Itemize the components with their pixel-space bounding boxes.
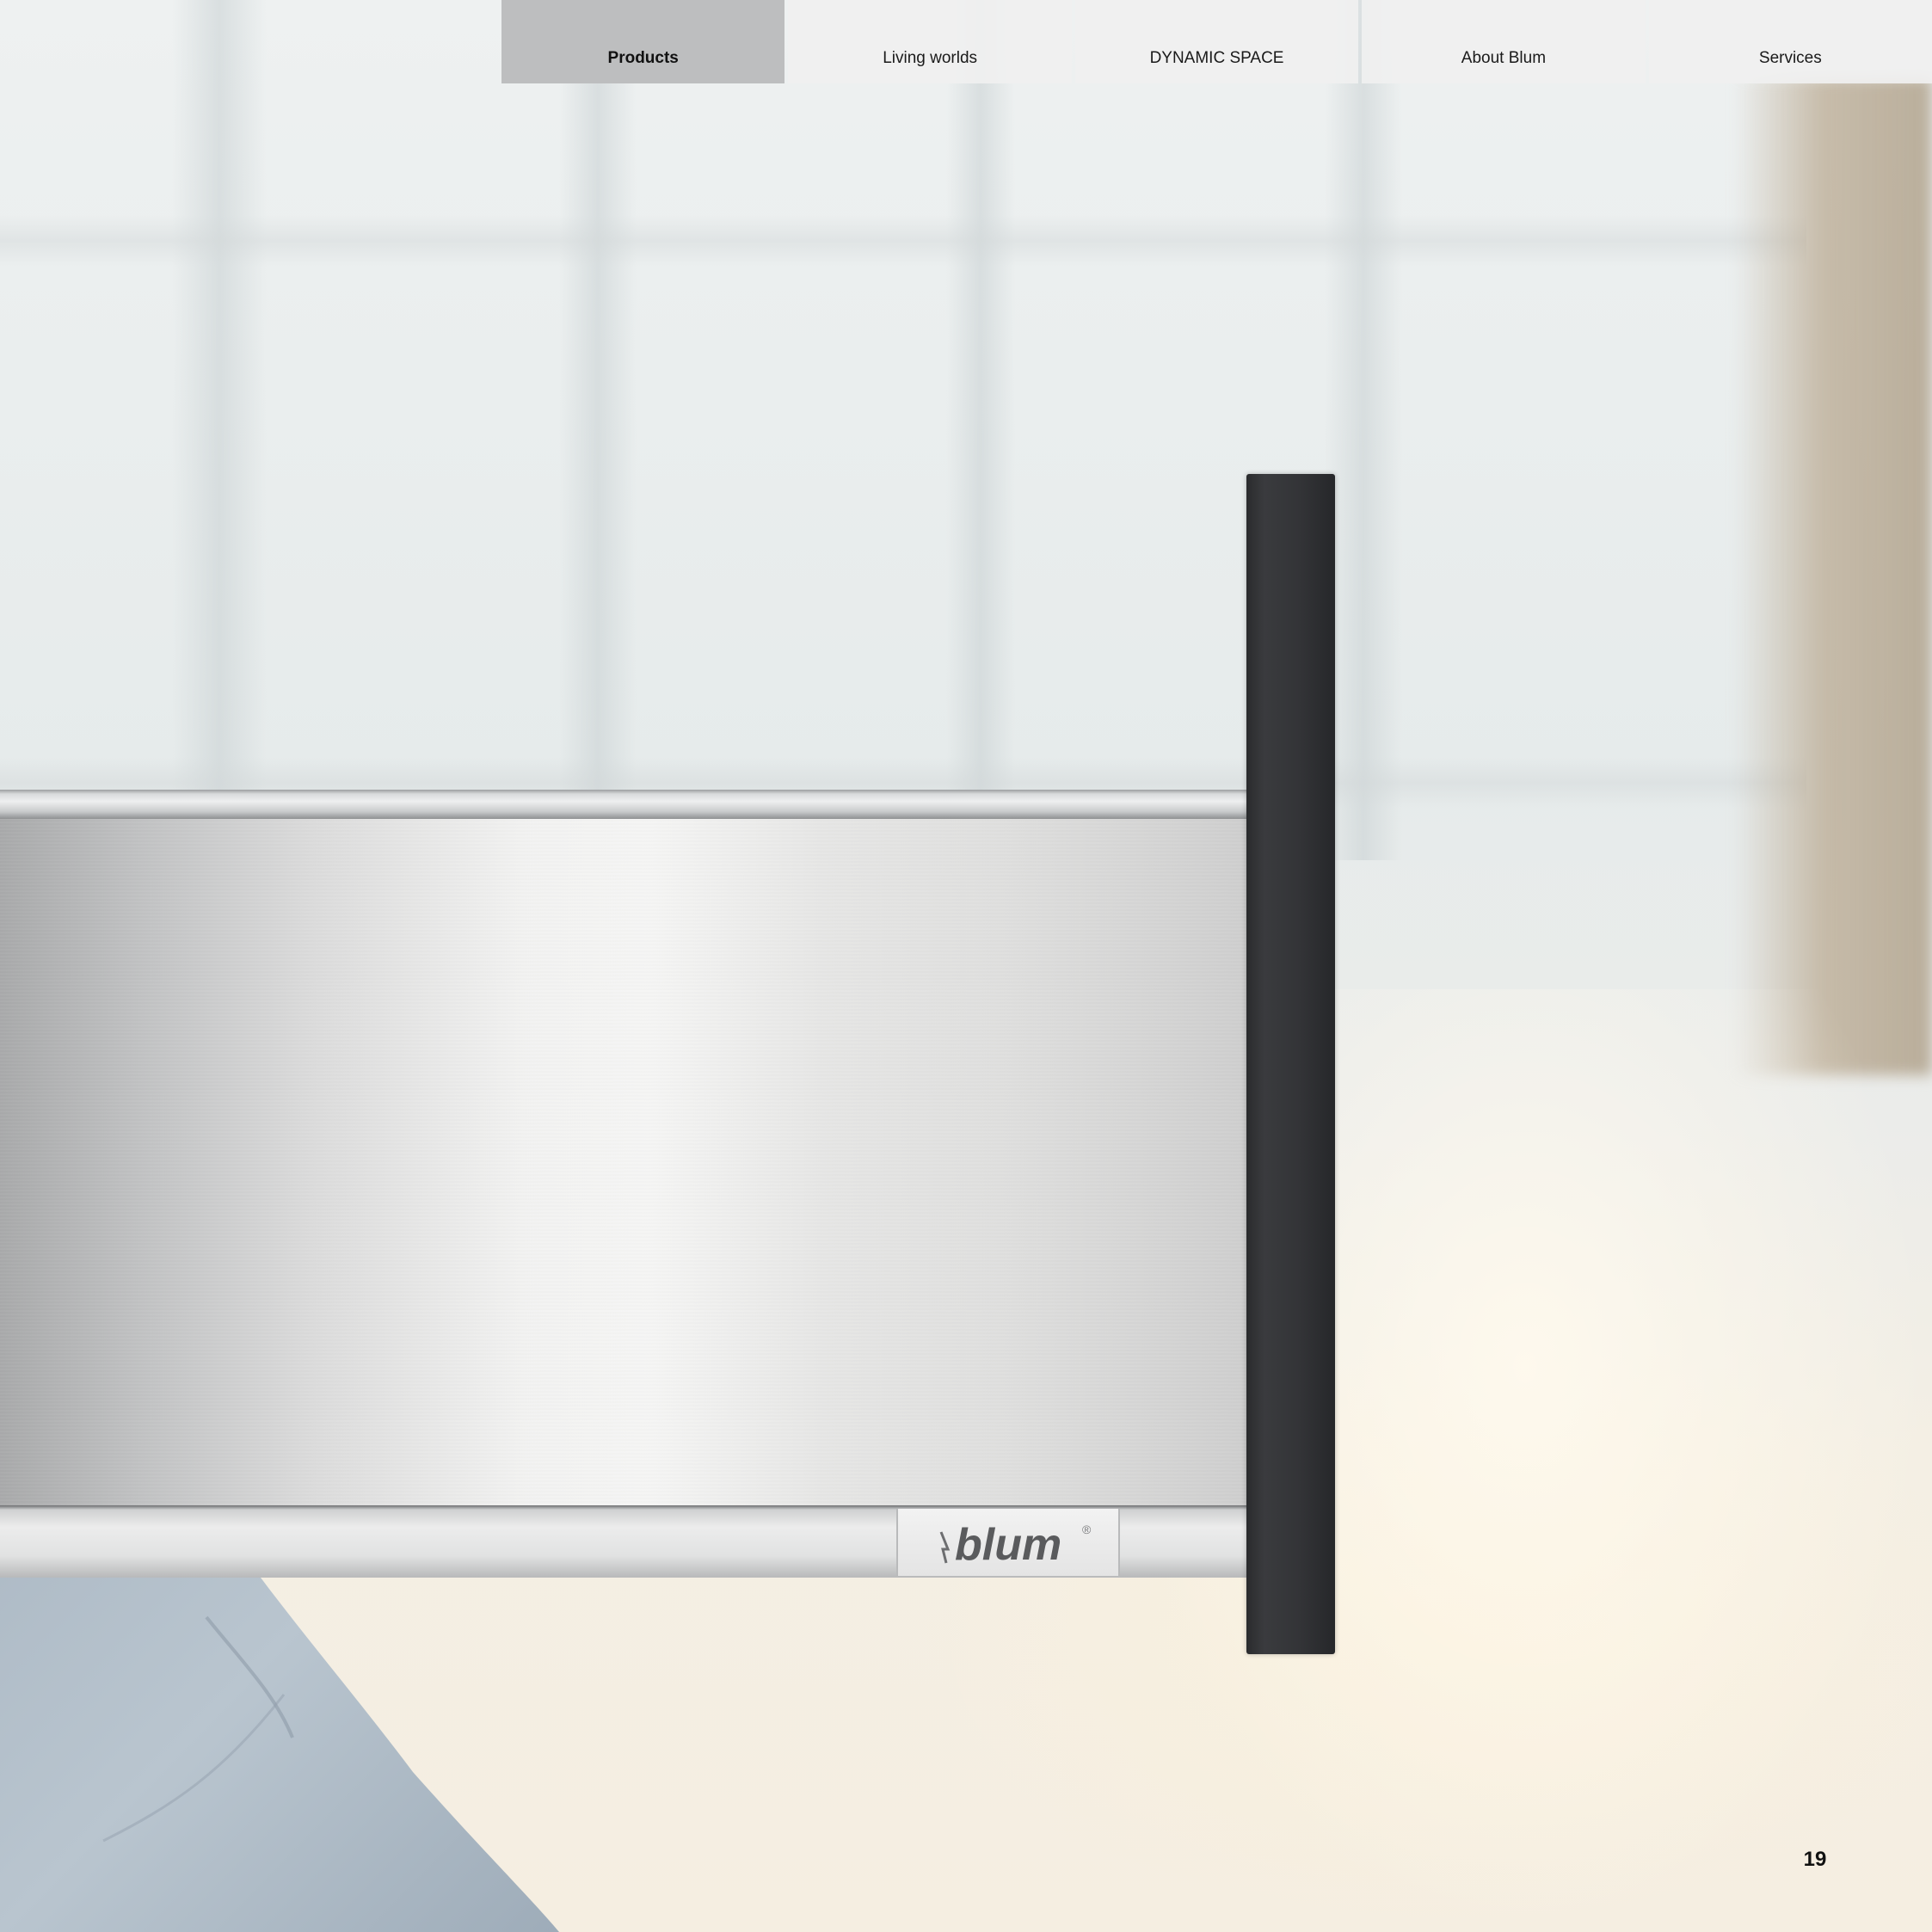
drawer-top-rail	[0, 790, 1249, 819]
tab-dynamic-space[interactable]: DYNAMIC SPACE	[1074, 0, 1359, 83]
drawer-side-panel	[0, 819, 1249, 1511]
tab-about-blum[interactable]: About Blum	[1362, 0, 1646, 83]
page-number: 19	[1803, 1848, 1827, 1871]
top-navigation: Products Living worlds DYNAMIC SPACE Abo…	[501, 0, 1932, 83]
registered-mark: ®	[1082, 1523, 1092, 1536]
blum-logo-icon: blum ®	[939, 1520, 1092, 1570]
tab-products[interactable]: Products	[501, 0, 785, 83]
window-transom	[0, 215, 1806, 267]
window-mullion	[1325, 0, 1402, 860]
window-mullion	[946, 0, 1015, 860]
background-pillar	[1734, 77, 1932, 1075]
tab-services[interactable]: Services	[1648, 0, 1932, 83]
logo-wordmark: blum	[955, 1520, 1061, 1570]
window-mullion	[559, 0, 637, 860]
drawer-front-handle	[1246, 474, 1335, 1654]
blum-logo-plate: blum ®	[896, 1509, 1120, 1576]
window-mullion	[172, 0, 267, 860]
tab-living-worlds[interactable]: Living worlds	[788, 0, 1072, 83]
catalog-page: blum ® Products Living worlds DYNAMIC SP…	[0, 0, 1932, 1932]
drawer-product: blum ®	[0, 790, 1249, 1581]
